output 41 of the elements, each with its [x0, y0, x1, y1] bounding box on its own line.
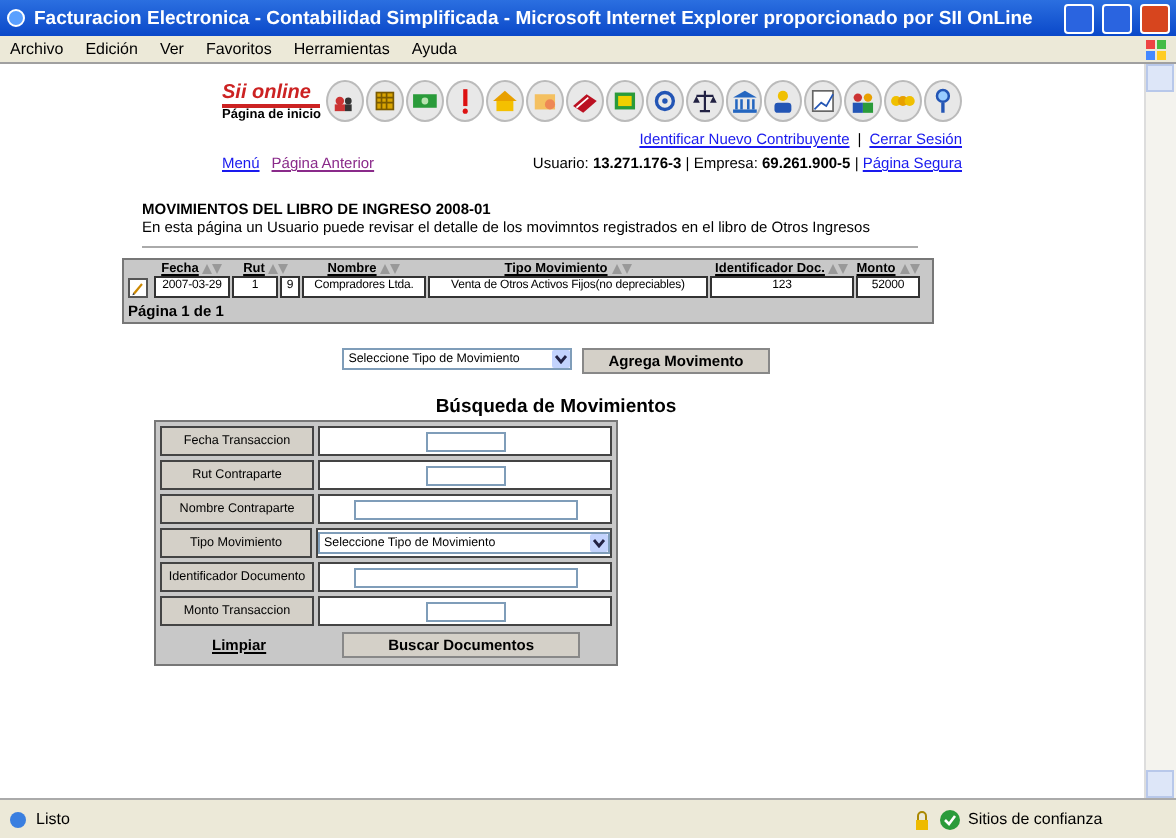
scales-icon[interactable] [685, 80, 724, 122]
input-field[interactable] [353, 499, 577, 519]
menu-item[interactable]: Ver [159, 40, 184, 58]
menu-item[interactable]: Edición [85, 40, 138, 58]
at-sign-icon[interactable] [645, 80, 684, 122]
menu-item[interactable]: Ayuda [411, 40, 457, 58]
maximize-button[interactable] [1102, 3, 1132, 33]
menu-item[interactable]: Herramientas [293, 40, 390, 58]
person-icon[interactable] [764, 80, 803, 122]
dropdown-icon [552, 350, 571, 368]
windows-flag-icon [1146, 39, 1166, 59]
menu-item[interactable]: Archivo [10, 40, 64, 58]
check-icon [940, 809, 960, 829]
book-icon[interactable] [605, 80, 644, 122]
input-field[interactable] [425, 601, 505, 621]
chart-icon[interactable] [804, 80, 843, 122]
window-title: Facturacion Electronica - Contabilidad Simplificada - Microsoft Internet Explorer proporcionado por SII OnLine [34, 7, 1035, 29]
exclamation-icon[interactable] [446, 80, 485, 122]
menu-item[interactable]: Favoritos [205, 40, 272, 58]
people-icon[interactable] [326, 80, 365, 122]
zone-text: Sitios de confianza [968, 810, 1105, 828]
grid-icon[interactable] [366, 80, 405, 122]
people-icon[interactable] [844, 80, 883, 122]
padlock-icon [912, 809, 932, 829]
search-title: Búsqueda de Movimientos [433, 396, 679, 418]
banknote-icon[interactable] [406, 80, 445, 122]
dropdown-icon [590, 534, 608, 552]
magnifier-icon[interactable] [924, 80, 962, 122]
logo[interactable]: Sii online [222, 81, 321, 107]
building-icon[interactable] [725, 80, 763, 122]
pencil-icon[interactable] [128, 277, 148, 297]
close-button[interactable] [1140, 3, 1170, 33]
input-field[interactable] [353, 567, 577, 587]
house-icon[interactable] [486, 80, 525, 122]
minimize-button[interactable] [1064, 3, 1094, 33]
book-icon[interactable] [565, 80, 604, 122]
input-field[interactable] [425, 465, 505, 485]
input-field[interactable] [425, 431, 505, 451]
browser-icon [6, 8, 26, 28]
page-icon [8, 809, 28, 829]
status-text: Listo [36, 810, 72, 828]
